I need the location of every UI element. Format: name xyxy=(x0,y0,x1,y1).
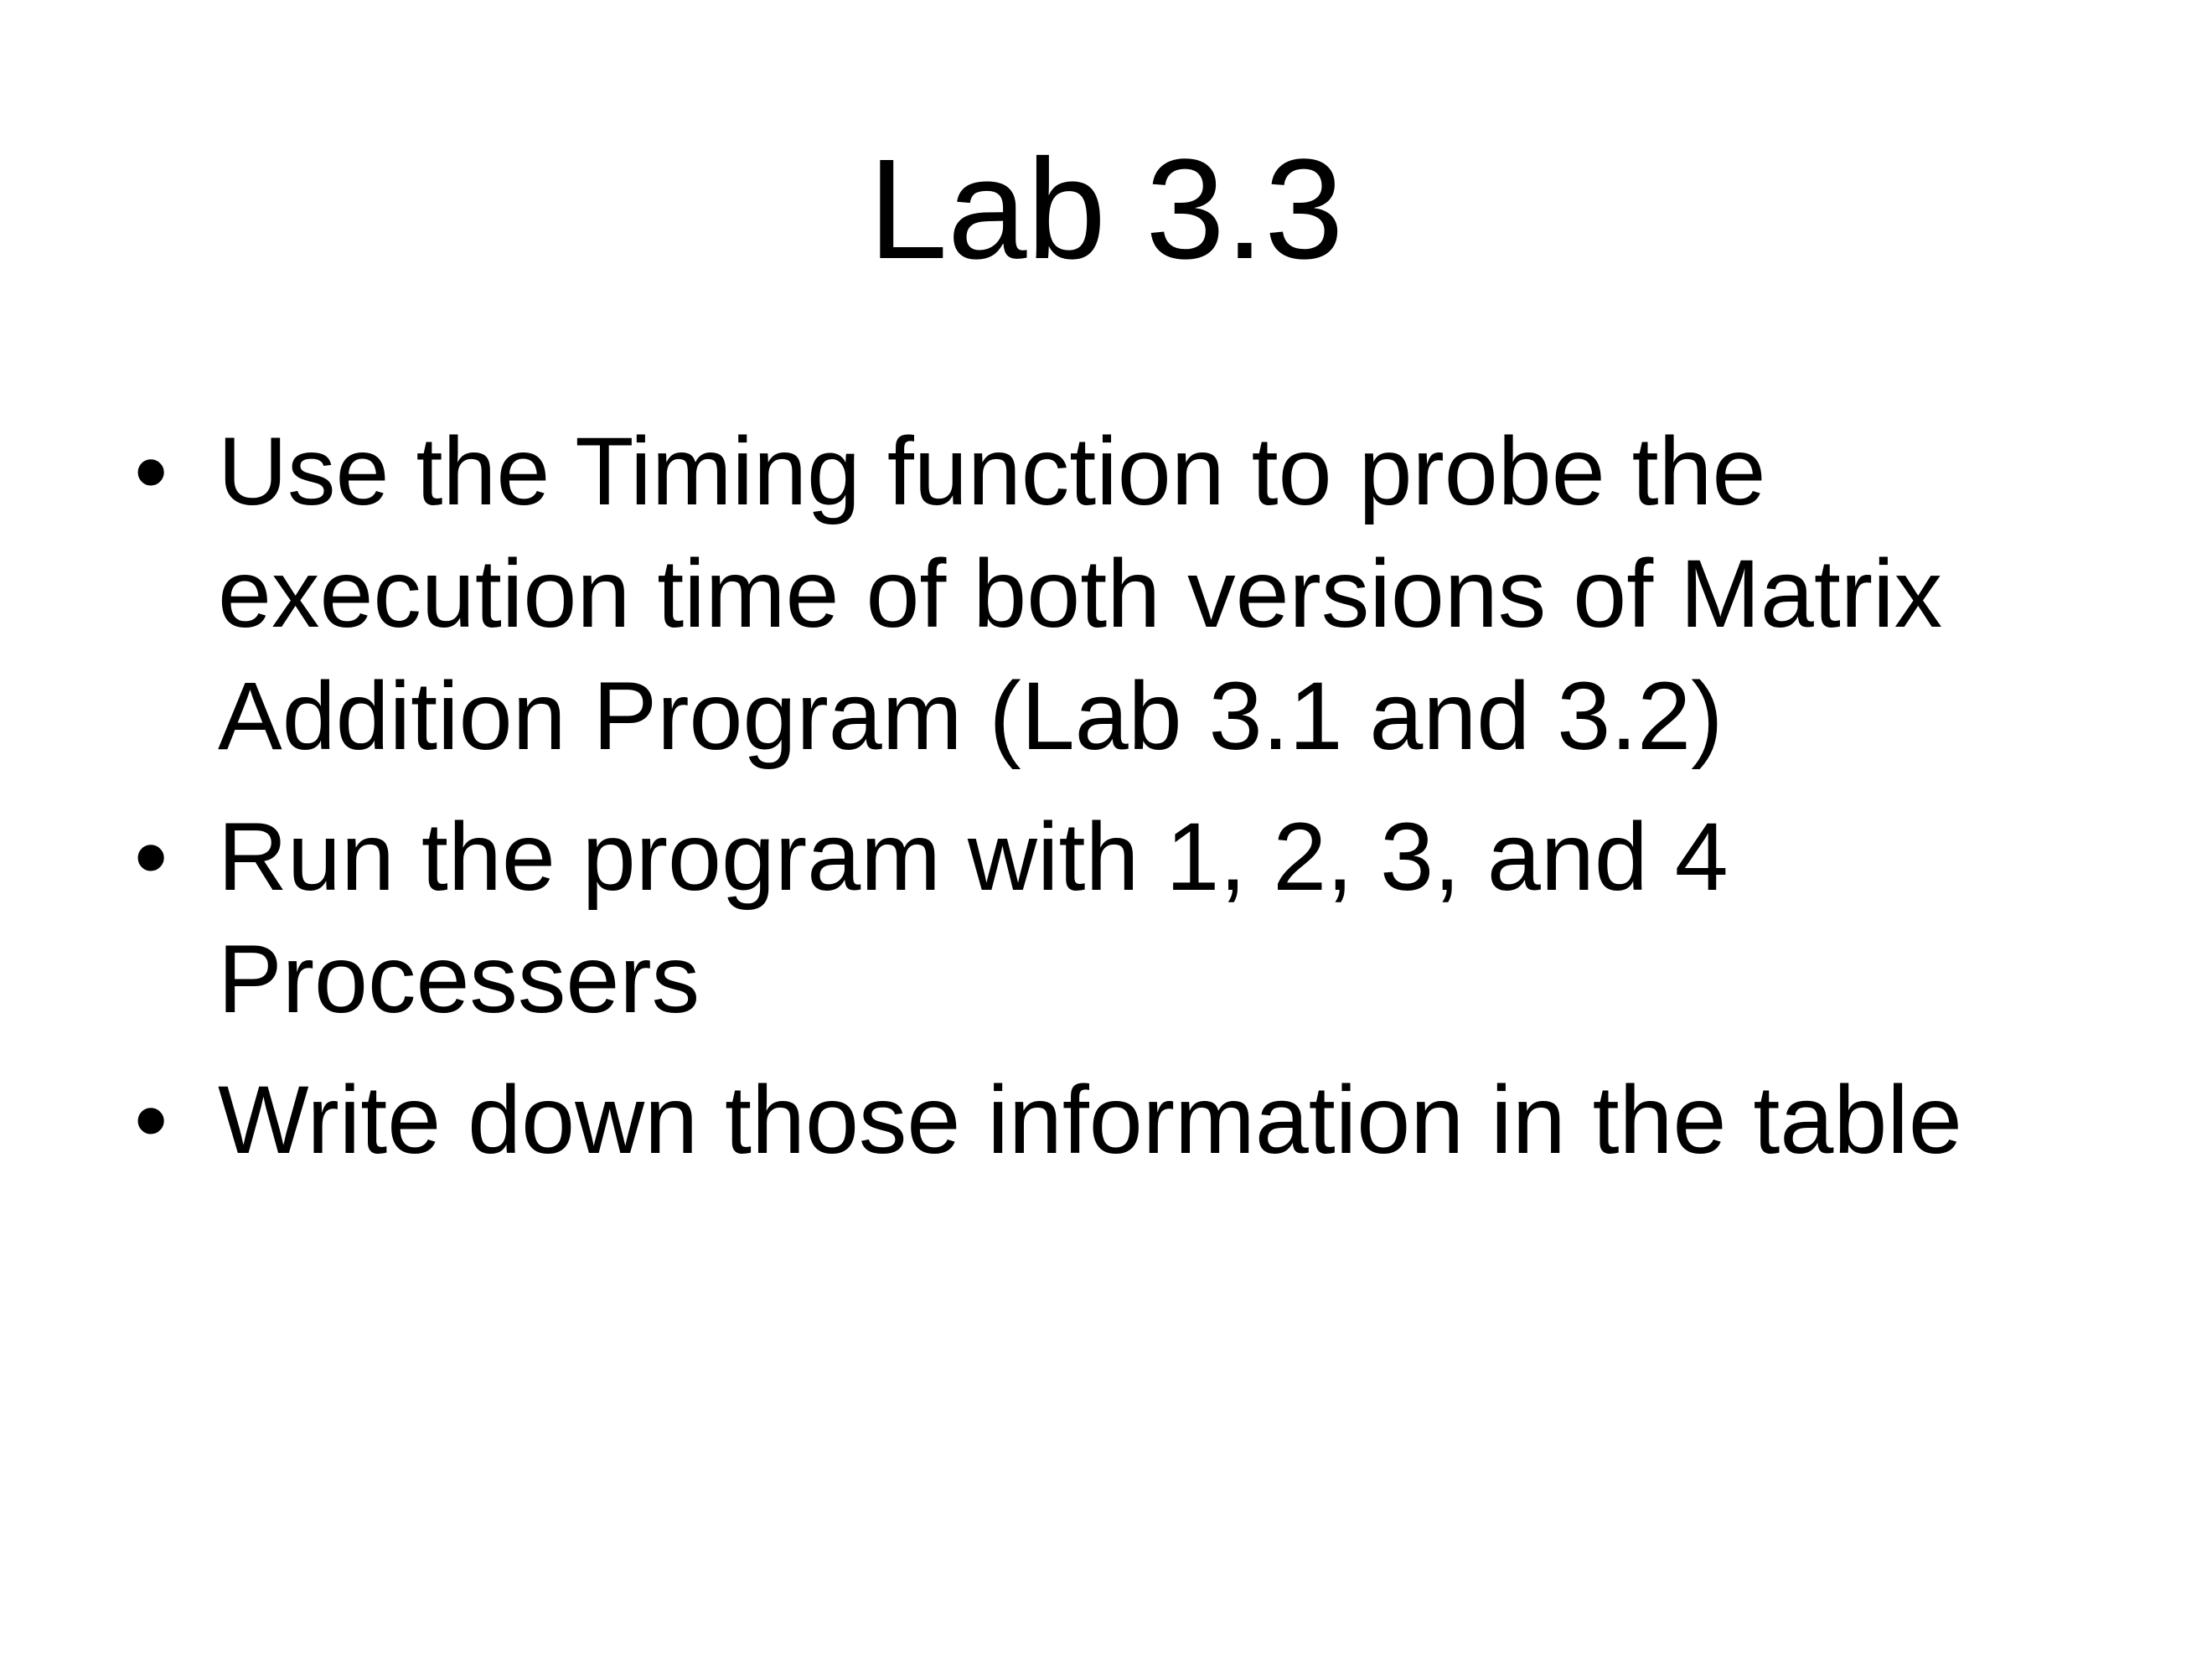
slide-title: Lab 3.3 xyxy=(868,130,1344,289)
bullet-text: Run the program with 1, 2, 3, and 4 Proc… xyxy=(218,804,1729,1033)
bullet-list: • Use the Timing function to probe the e… xyxy=(134,411,2078,1200)
slide: Lab 3.3 • Use the Timing function to pro… xyxy=(0,0,2212,1659)
bullet-item: • Use the Timing function to probe the e… xyxy=(134,411,2078,778)
bullet-text: Use the Timing function to probe the exe… xyxy=(218,418,1943,770)
bullet-icon: • xyxy=(134,1067,168,1174)
bullet-icon: • xyxy=(134,804,168,911)
bullet-item: • Run the program with 1, 2, 3, and 4 Pr… xyxy=(134,796,2078,1041)
bullet-icon: • xyxy=(134,418,168,525)
bullet-item: • Write down those information in the ta… xyxy=(134,1059,2078,1181)
bullet-text: Write down those information in the tabl… xyxy=(218,1067,1962,1174)
